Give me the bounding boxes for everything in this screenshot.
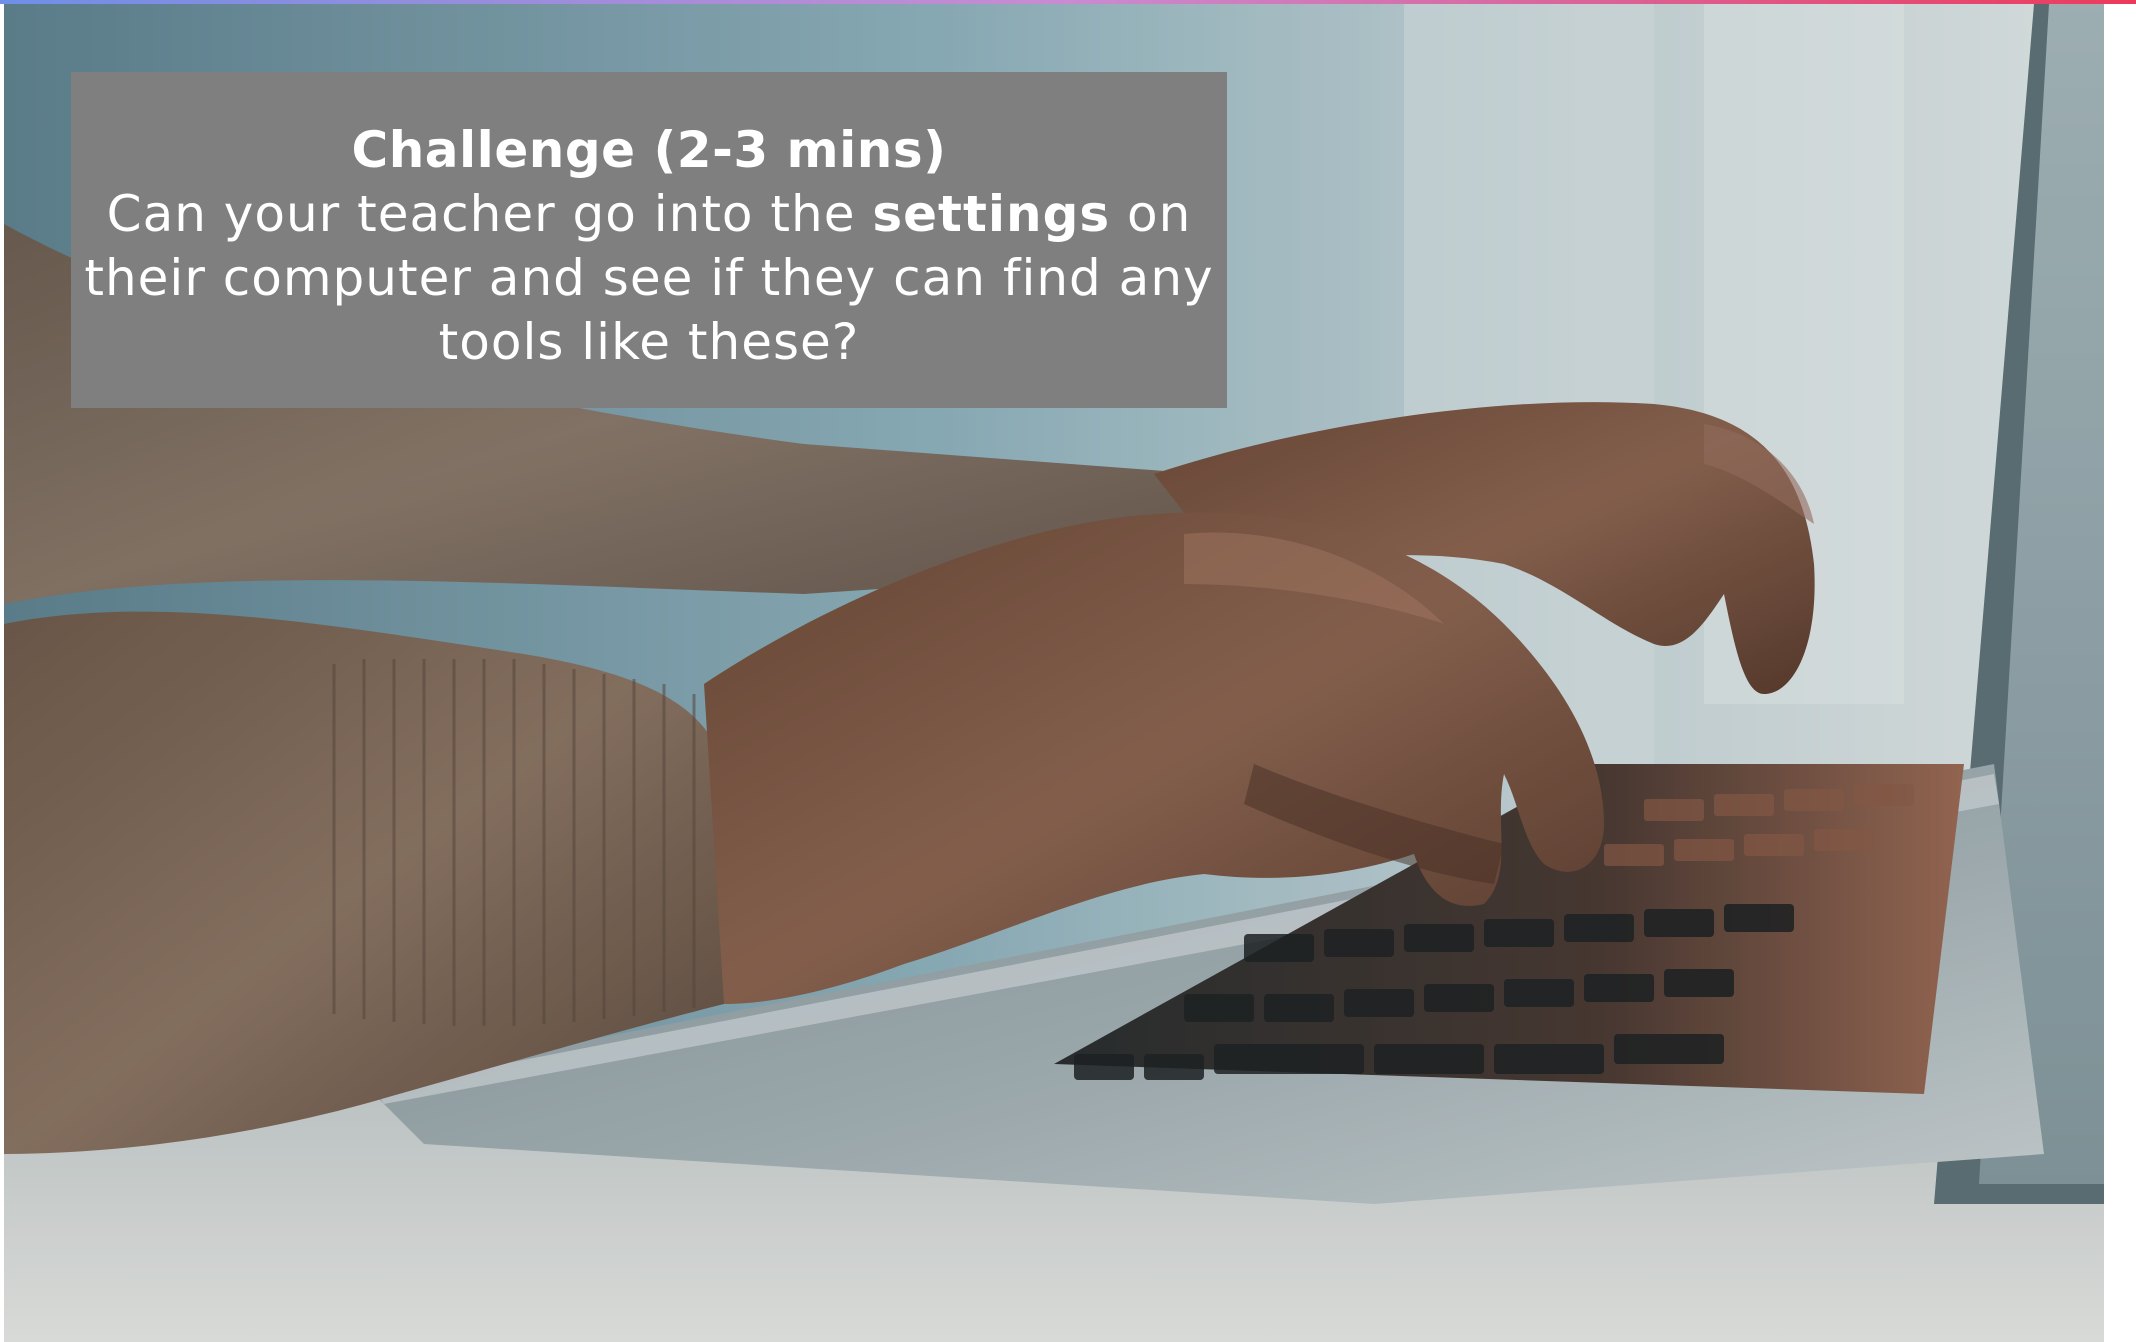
challenge-body: Can your teacher go into the settings on… (71, 182, 1227, 374)
settings-emphasis: settings (872, 185, 1111, 243)
challenge-callout: Challenge (2-3 mins) Can your teacher go… (71, 72, 1227, 408)
slide: Challenge (2-3 mins) Can your teacher go… (0, 0, 2136, 1342)
top-accent-bar (0, 0, 2136, 4)
challenge-title: Challenge (2-3 mins) (351, 121, 947, 179)
challenge-body-text-start: Can your teacher go into the (106, 185, 873, 243)
